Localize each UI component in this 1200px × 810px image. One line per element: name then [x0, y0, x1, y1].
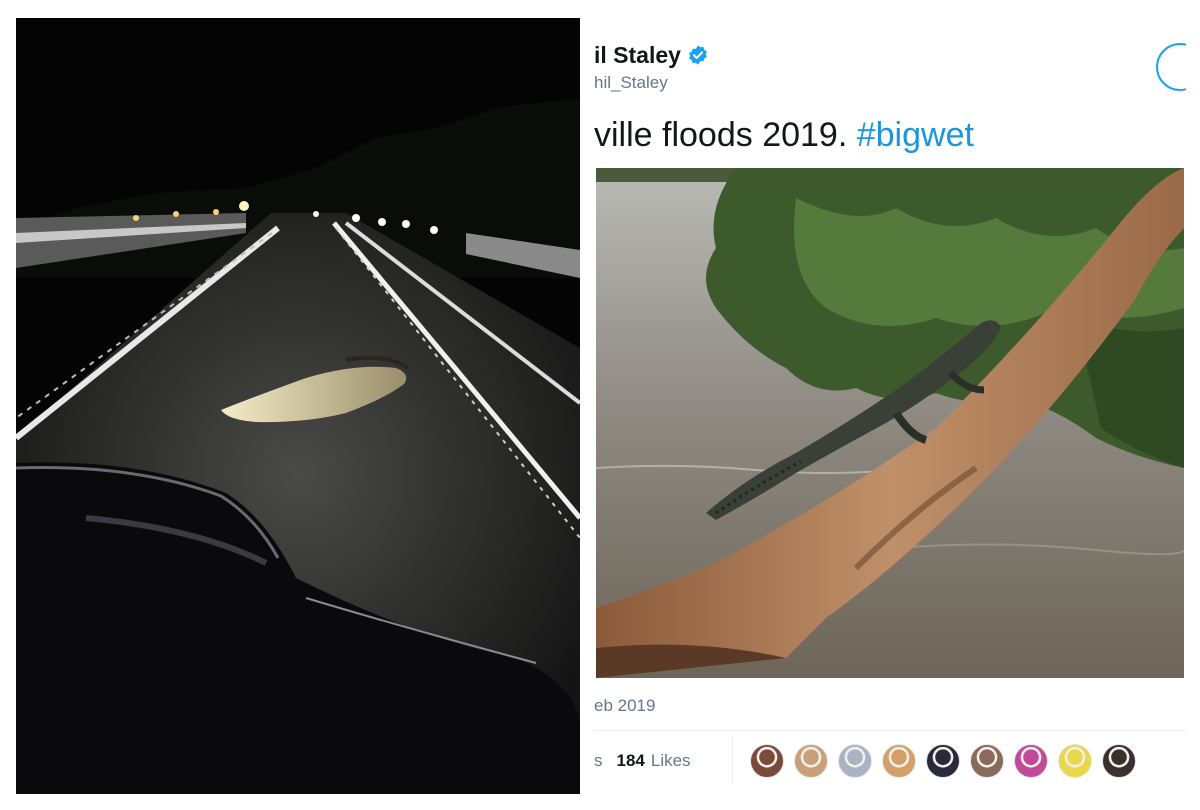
liker-avatar[interactable]: [1102, 744, 1136, 778]
tweet-text-body: ville floods 2019.: [594, 116, 857, 154]
tweet-timestamp[interactable]: eb 2019: [594, 696, 655, 716]
tweet-photo-crocodile-tree[interactable]: [596, 168, 1184, 678]
liker-avatar[interactable]: [1014, 744, 1048, 778]
author-handle[interactable]: hil_Staley: [594, 73, 668, 93]
liker-avatar[interactable]: [750, 744, 784, 778]
follow-button[interactable]: [1156, 43, 1186, 91]
liker-avatar[interactable]: [882, 744, 916, 778]
liker-avatar[interactable]: [970, 744, 1004, 778]
tweet-stats: s 184 Likes: [594, 744, 691, 778]
likes-label[interactable]: Likes: [651, 751, 691, 771]
liker-avatar[interactable]: [794, 744, 828, 778]
liker-avatars: [750, 744, 1146, 778]
author-name[interactable]: il Staley: [594, 42, 681, 69]
likes-count[interactable]: 184: [617, 751, 645, 771]
tweet-text: ville floods 2019. #bigwet: [594, 116, 974, 155]
night-road-scene: [16, 18, 580, 794]
tweet-card: il Staley hil_Staley ville floods 2019. …: [594, 18, 1186, 794]
liker-avatar[interactable]: [926, 744, 960, 778]
night-road-crocodile-photo: [16, 18, 580, 794]
liker-avatar[interactable]: [1058, 744, 1092, 778]
retweets-label-fragment: s: [594, 751, 603, 770]
divider: [594, 730, 1186, 731]
stats-separator: [732, 736, 733, 784]
hashtag-link[interactable]: #bigwet: [857, 116, 974, 154]
flood-crocodile-scene: [596, 168, 1184, 678]
liker-avatar[interactable]: [838, 744, 872, 778]
verified-badge-icon: [687, 44, 709, 66]
tweet-author-row: il Staley: [594, 40, 709, 70]
